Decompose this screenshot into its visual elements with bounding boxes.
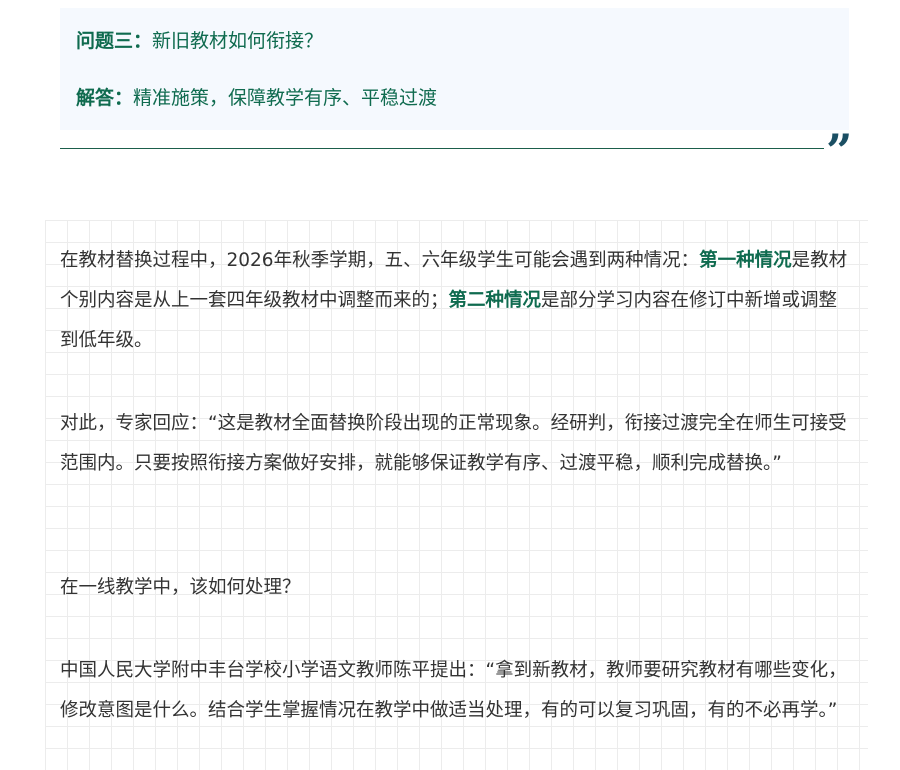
section-divider: [60, 148, 824, 149]
answer-text: 精准施策，保障教学有序、平稳过渡: [133, 87, 438, 109]
answer-label: 解答：: [76, 87, 134, 109]
question-text: 新旧教材如何衔接？: [152, 30, 324, 52]
qa-box: 问题三：新旧教材如何衔接？ 解答：精准施策，保障教学有序、平稳过渡: [60, 8, 849, 130]
paragraph-expert-response: 对此，专家回应：“这是教材全面替换阶段出现的正常现象。经研判，衔接过渡完全在师生…: [60, 413, 847, 474]
question-label: 问题三：: [76, 30, 153, 52]
question-line: 问题三：新旧教材如何衔接？: [76, 27, 323, 55]
highlight-first-case: 第一种情况: [699, 250, 792, 271]
paragraph-situations: 在教材替换过程中，2026年秋季学期，五、六年级学生可能会遇到两种情况：第一种情…: [60, 241, 850, 361]
paragraph-question: 在一线教学中，该如何处理？: [60, 577, 301, 598]
highlight-second-case: 第二种情况: [448, 290, 542, 311]
paragraph-teacher-advice: 中国人民大学附中丰台学校小学语文教师陈平提出：“拿到新教材，教师要研究教材有哪些…: [60, 660, 847, 721]
closing-quote-icon: ”: [826, 124, 853, 178]
answer-line: 解答：精准施策，保障教学有序、平稳过渡: [76, 84, 437, 112]
paragraph-text: 在教材替换过程中，2026年秋季学期，五、六年级学生可能会遇到两种情况：: [60, 250, 700, 271]
